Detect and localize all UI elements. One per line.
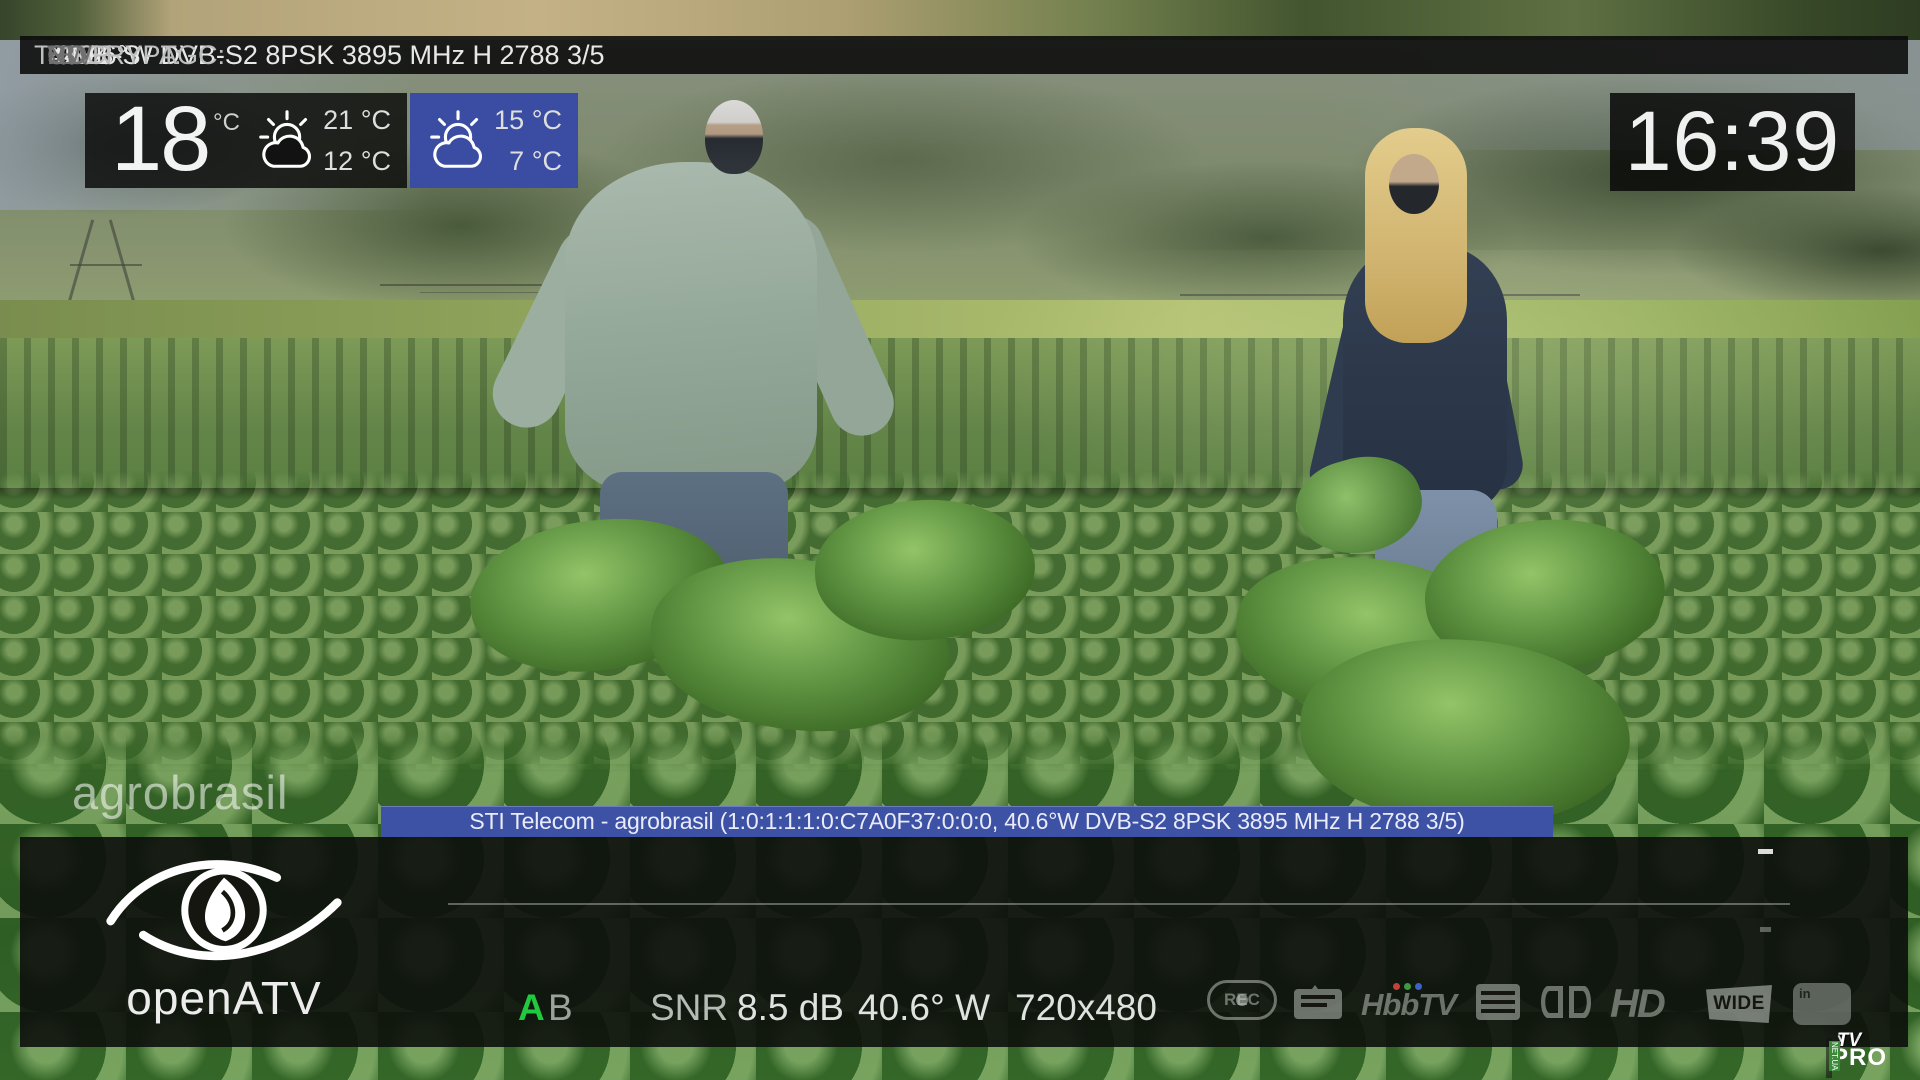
- openatv-brand-text: openATV: [78, 971, 370, 1025]
- snr-label: SNR: [650, 987, 728, 1029]
- woman-head-mask: [1389, 154, 1439, 214]
- crypt-label: CRYPT:: [86, 40, 182, 71]
- record-label: REC: [1224, 990, 1260, 1010]
- today-low: 12 °C: [323, 146, 391, 177]
- aspect-ratio-icon: in: [1793, 983, 1851, 1025]
- current-temperature: 18: [111, 95, 209, 183]
- next-low: 7 °C: [509, 146, 562, 177]
- separator-line: [448, 903, 1790, 905]
- tv-screen: TYPE: DVB-S 40.6°W DVB-S2 8PSK 3895 MHz …: [0, 0, 1920, 1080]
- weather-widget-next: 15 °C 7 °C: [410, 93, 578, 188]
- protv-side-text: NET.UA: [1829, 1041, 1840, 1071]
- man-head-mask: [705, 100, 763, 174]
- snr-value: 8.5 dB: [737, 987, 844, 1029]
- subtitles-icon: [1476, 984, 1520, 1020]
- dolby-icon: [1538, 984, 1594, 1020]
- hd-icon: HD: [1610, 982, 1664, 1027]
- service-info-bar: STI Telecom - agrobrasil (1:0:1:1:1:0:C7…: [381, 806, 1553, 837]
- event-progress-marker: [1758, 849, 1773, 854]
- audio-track-b: B: [548, 987, 573, 1029]
- widescreen-icon: WIDE: [1706, 985, 1772, 1023]
- orbital-position: 40.6° W: [858, 987, 990, 1029]
- tuner-info-bar: TYPE: DVB-S 40.6°W DVB-S2 8PSK 3895 MHz …: [20, 36, 1908, 74]
- aspect-label: in: [1799, 986, 1811, 1001]
- infobar-panel: openATV A B SNR 8.5 dB 40.6° W 720x480 R…: [20, 837, 1908, 1047]
- sun-behind-cloud-icon: [424, 108, 494, 172]
- next-high: 15 °C: [494, 105, 562, 136]
- hbbtv-label: HbbTV: [1361, 987, 1456, 1023]
- video-resolution: 720x480: [1015, 987, 1157, 1029]
- protv-tv-text: TV: [1837, 1030, 1861, 1052]
- sun-behind-cloud-icon: [253, 108, 323, 172]
- weather-widget-today: 18 °C 21 °C 12 °C: [85, 93, 407, 188]
- irrigation-frame: [70, 264, 142, 266]
- record-icon: REC: [1207, 980, 1277, 1020]
- channel-watermark: agrobrasil: [72, 765, 288, 820]
- today-high: 21 °C: [323, 105, 391, 136]
- crypt-flag: CO: [47, 40, 88, 71]
- wide-label: WIDE: [1713, 993, 1765, 1015]
- teletext-icon: [1294, 982, 1342, 1020]
- temperature-unit: °C: [213, 109, 240, 137]
- event-marker-small: [1760, 927, 1771, 932]
- audio-track-a: A: [518, 987, 545, 1029]
- clock: 16:39: [1610, 93, 1855, 191]
- openatv-eye-icon: [78, 845, 370, 977]
- protv-station-logo: PRO TV NET.UA: [1826, 1038, 1832, 1078]
